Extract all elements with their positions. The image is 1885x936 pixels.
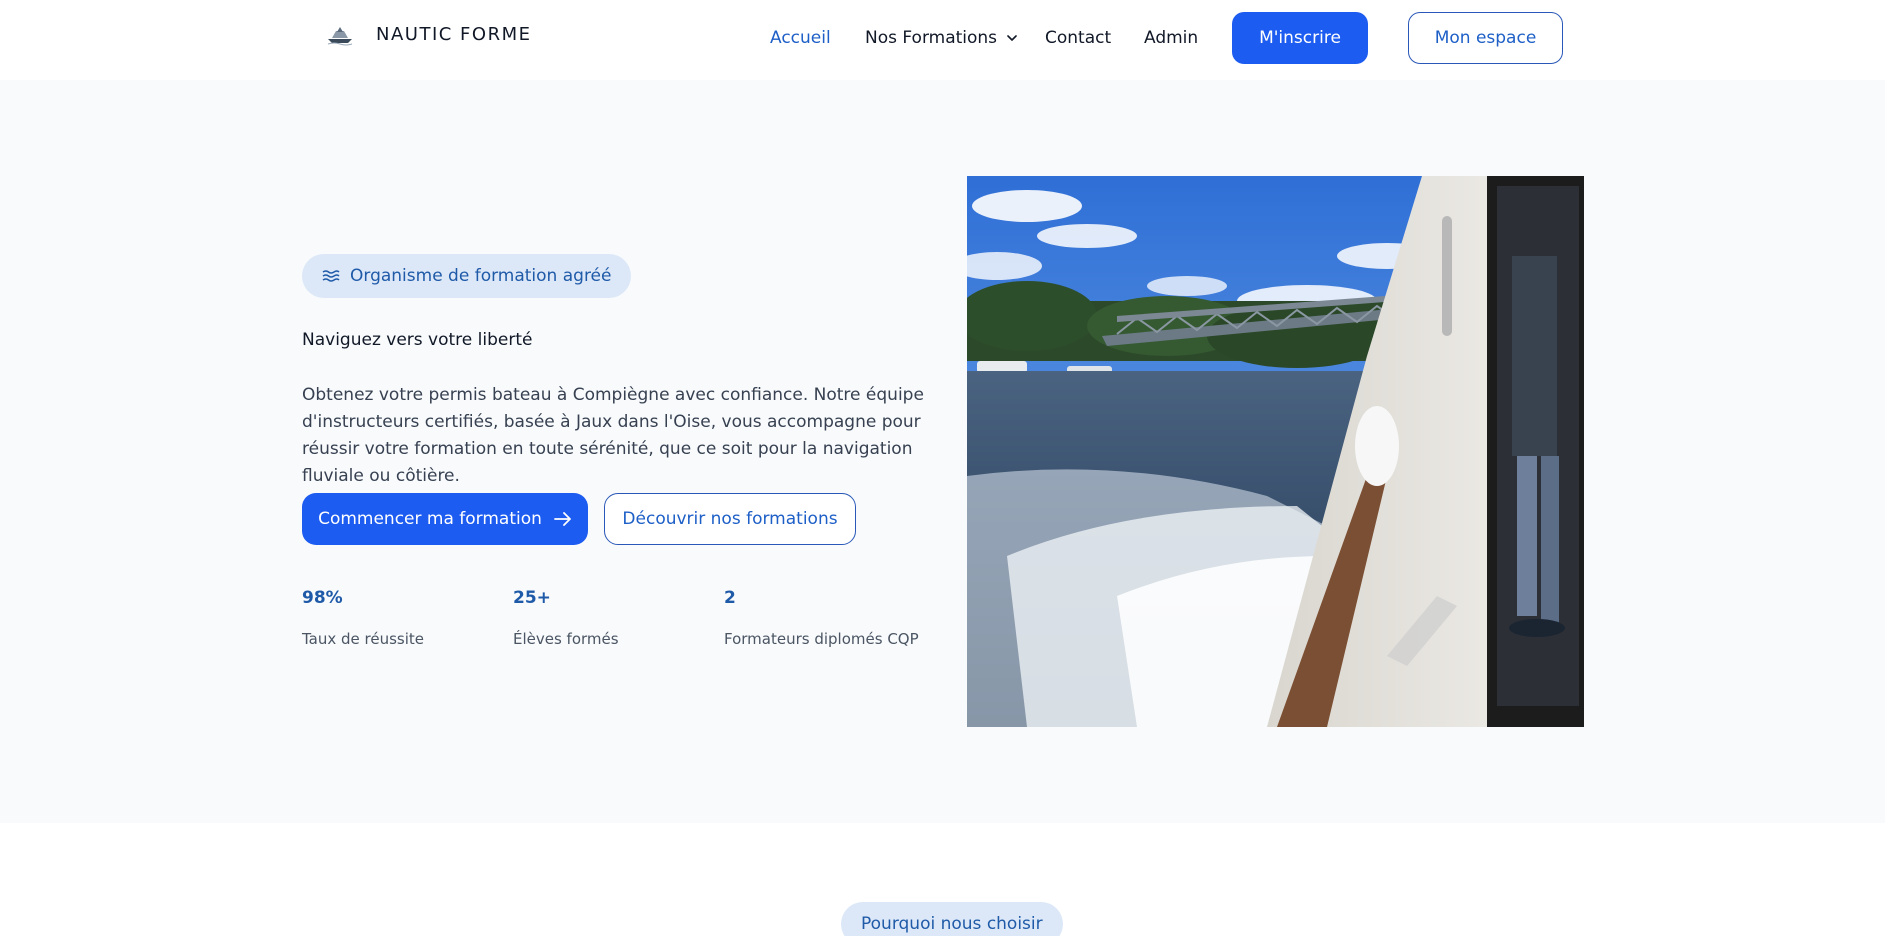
hero-description: Obtenez votre permis bateau à Compiègne … bbox=[302, 385, 924, 486]
start-training-button[interactable]: Commencer ma formation bbox=[302, 493, 588, 545]
stat-label: Élèves formés bbox=[513, 630, 619, 648]
stat-value: 25+ bbox=[513, 588, 551, 608]
site-header: NAUTIC FORME Accueil Nos Formations Cont… bbox=[0, 0, 1885, 80]
stat-label: Formateurs diplomés CQP bbox=[724, 630, 919, 648]
main-nav: Accueil Nos Formations Contact Admin M'i… bbox=[0, 0, 1885, 80]
arrow-right-icon bbox=[554, 512, 571, 526]
chevron-down-icon bbox=[1007, 35, 1017, 41]
stat-certified-trainers: 2 Formateurs diplomés CQP bbox=[724, 588, 919, 648]
nav-accueil[interactable]: Accueil bbox=[770, 28, 831, 48]
why-choose-us-badge: Pourquoi nous choisir bbox=[841, 902, 1063, 936]
hero-tagline: Naviguez vers votre liberté bbox=[302, 330, 533, 350]
nav-contact[interactable]: Contact bbox=[1045, 28, 1111, 48]
start-training-label: Commencer ma formation bbox=[318, 509, 542, 529]
stat-students-trained: 25+ Élèves formés bbox=[513, 588, 619, 648]
agreement-badge-label: Organisme de formation agréé bbox=[350, 266, 612, 286]
hero-boat-photo bbox=[967, 176, 1584, 727]
nav-formations-dropdown[interactable]: Nos Formations bbox=[865, 28, 1019, 48]
nav-formations-label: Nos Formations bbox=[865, 28, 998, 48]
agreement-badge: Organisme de formation agréé bbox=[302, 254, 632, 298]
waves-icon bbox=[322, 270, 340, 282]
hero-section: Organisme de formation agréé Naviguez ve… bbox=[0, 80, 1885, 823]
stat-value: 2 bbox=[724, 588, 736, 608]
mon-espace-button[interactable]: Mon espace bbox=[1408, 12, 1563, 64]
stat-success-rate: 98% Taux de réussite bbox=[302, 588, 424, 648]
inscrire-button[interactable]: M'inscrire bbox=[1232, 12, 1368, 64]
boat-river-illustration bbox=[967, 176, 1584, 727]
discover-trainings-button[interactable]: Découvrir nos formations bbox=[604, 493, 856, 545]
stat-label: Taux de réussite bbox=[302, 630, 425, 648]
stat-value: 98% bbox=[302, 588, 343, 608]
nav-admin[interactable]: Admin bbox=[1144, 28, 1198, 48]
